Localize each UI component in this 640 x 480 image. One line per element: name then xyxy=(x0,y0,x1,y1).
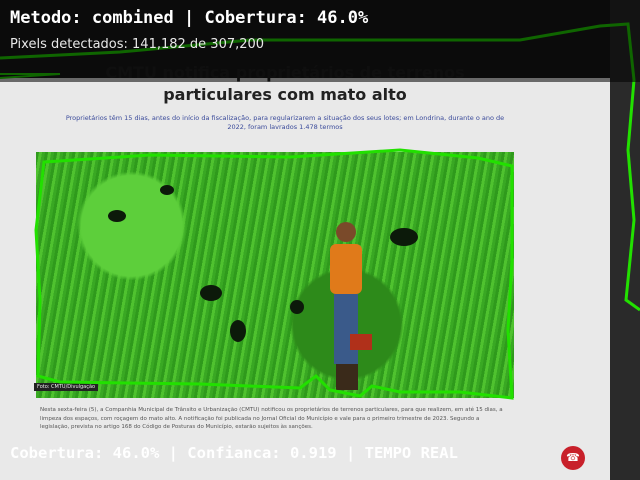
pixel-count-label: Pixels detectados: 141,182 de 307,200 xyxy=(10,37,265,52)
footer-status-label: Cobertura: 46.0% | Confianca: 0.919 | TE… xyxy=(10,444,458,462)
phone-hangup-icon: ☎ xyxy=(566,451,580,464)
article-body: Nesta sexta-feira (5), a Companhia Munic… xyxy=(40,407,503,430)
end-call-button[interactable]: ☎ xyxy=(561,446,585,470)
method-coverage-label: Metodo: combined | Cobertura: 46.0% xyxy=(10,8,369,28)
